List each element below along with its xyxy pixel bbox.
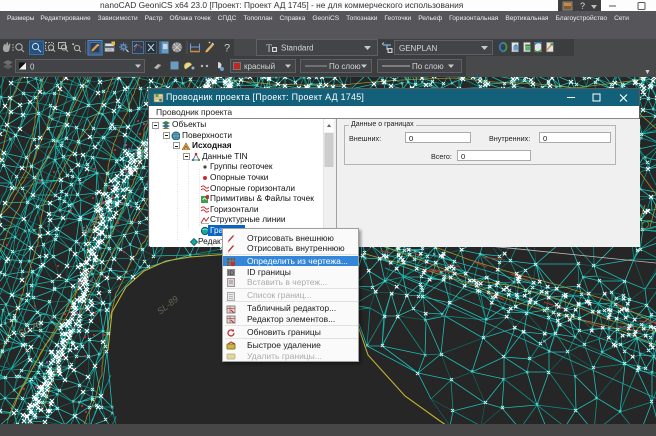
svg-text:красный: красный	[244, 62, 275, 71]
svg-text:?: ?	[580, 1, 585, 11]
svg-text:0: 0	[30, 63, 35, 72]
svg-text:GENPLAN: GENPLAN	[399, 44, 437, 53]
svg-text:По слою: По слою	[412, 62, 444, 71]
svg-text:?: ?	[224, 43, 230, 55]
svg-text:T: T	[266, 44, 272, 55]
svg-text:SL-89: SL-89	[155, 294, 180, 317]
svg-text:Standard: Standard	[281, 44, 313, 53]
svg-text:По слою: По слою	[329, 62, 361, 71]
